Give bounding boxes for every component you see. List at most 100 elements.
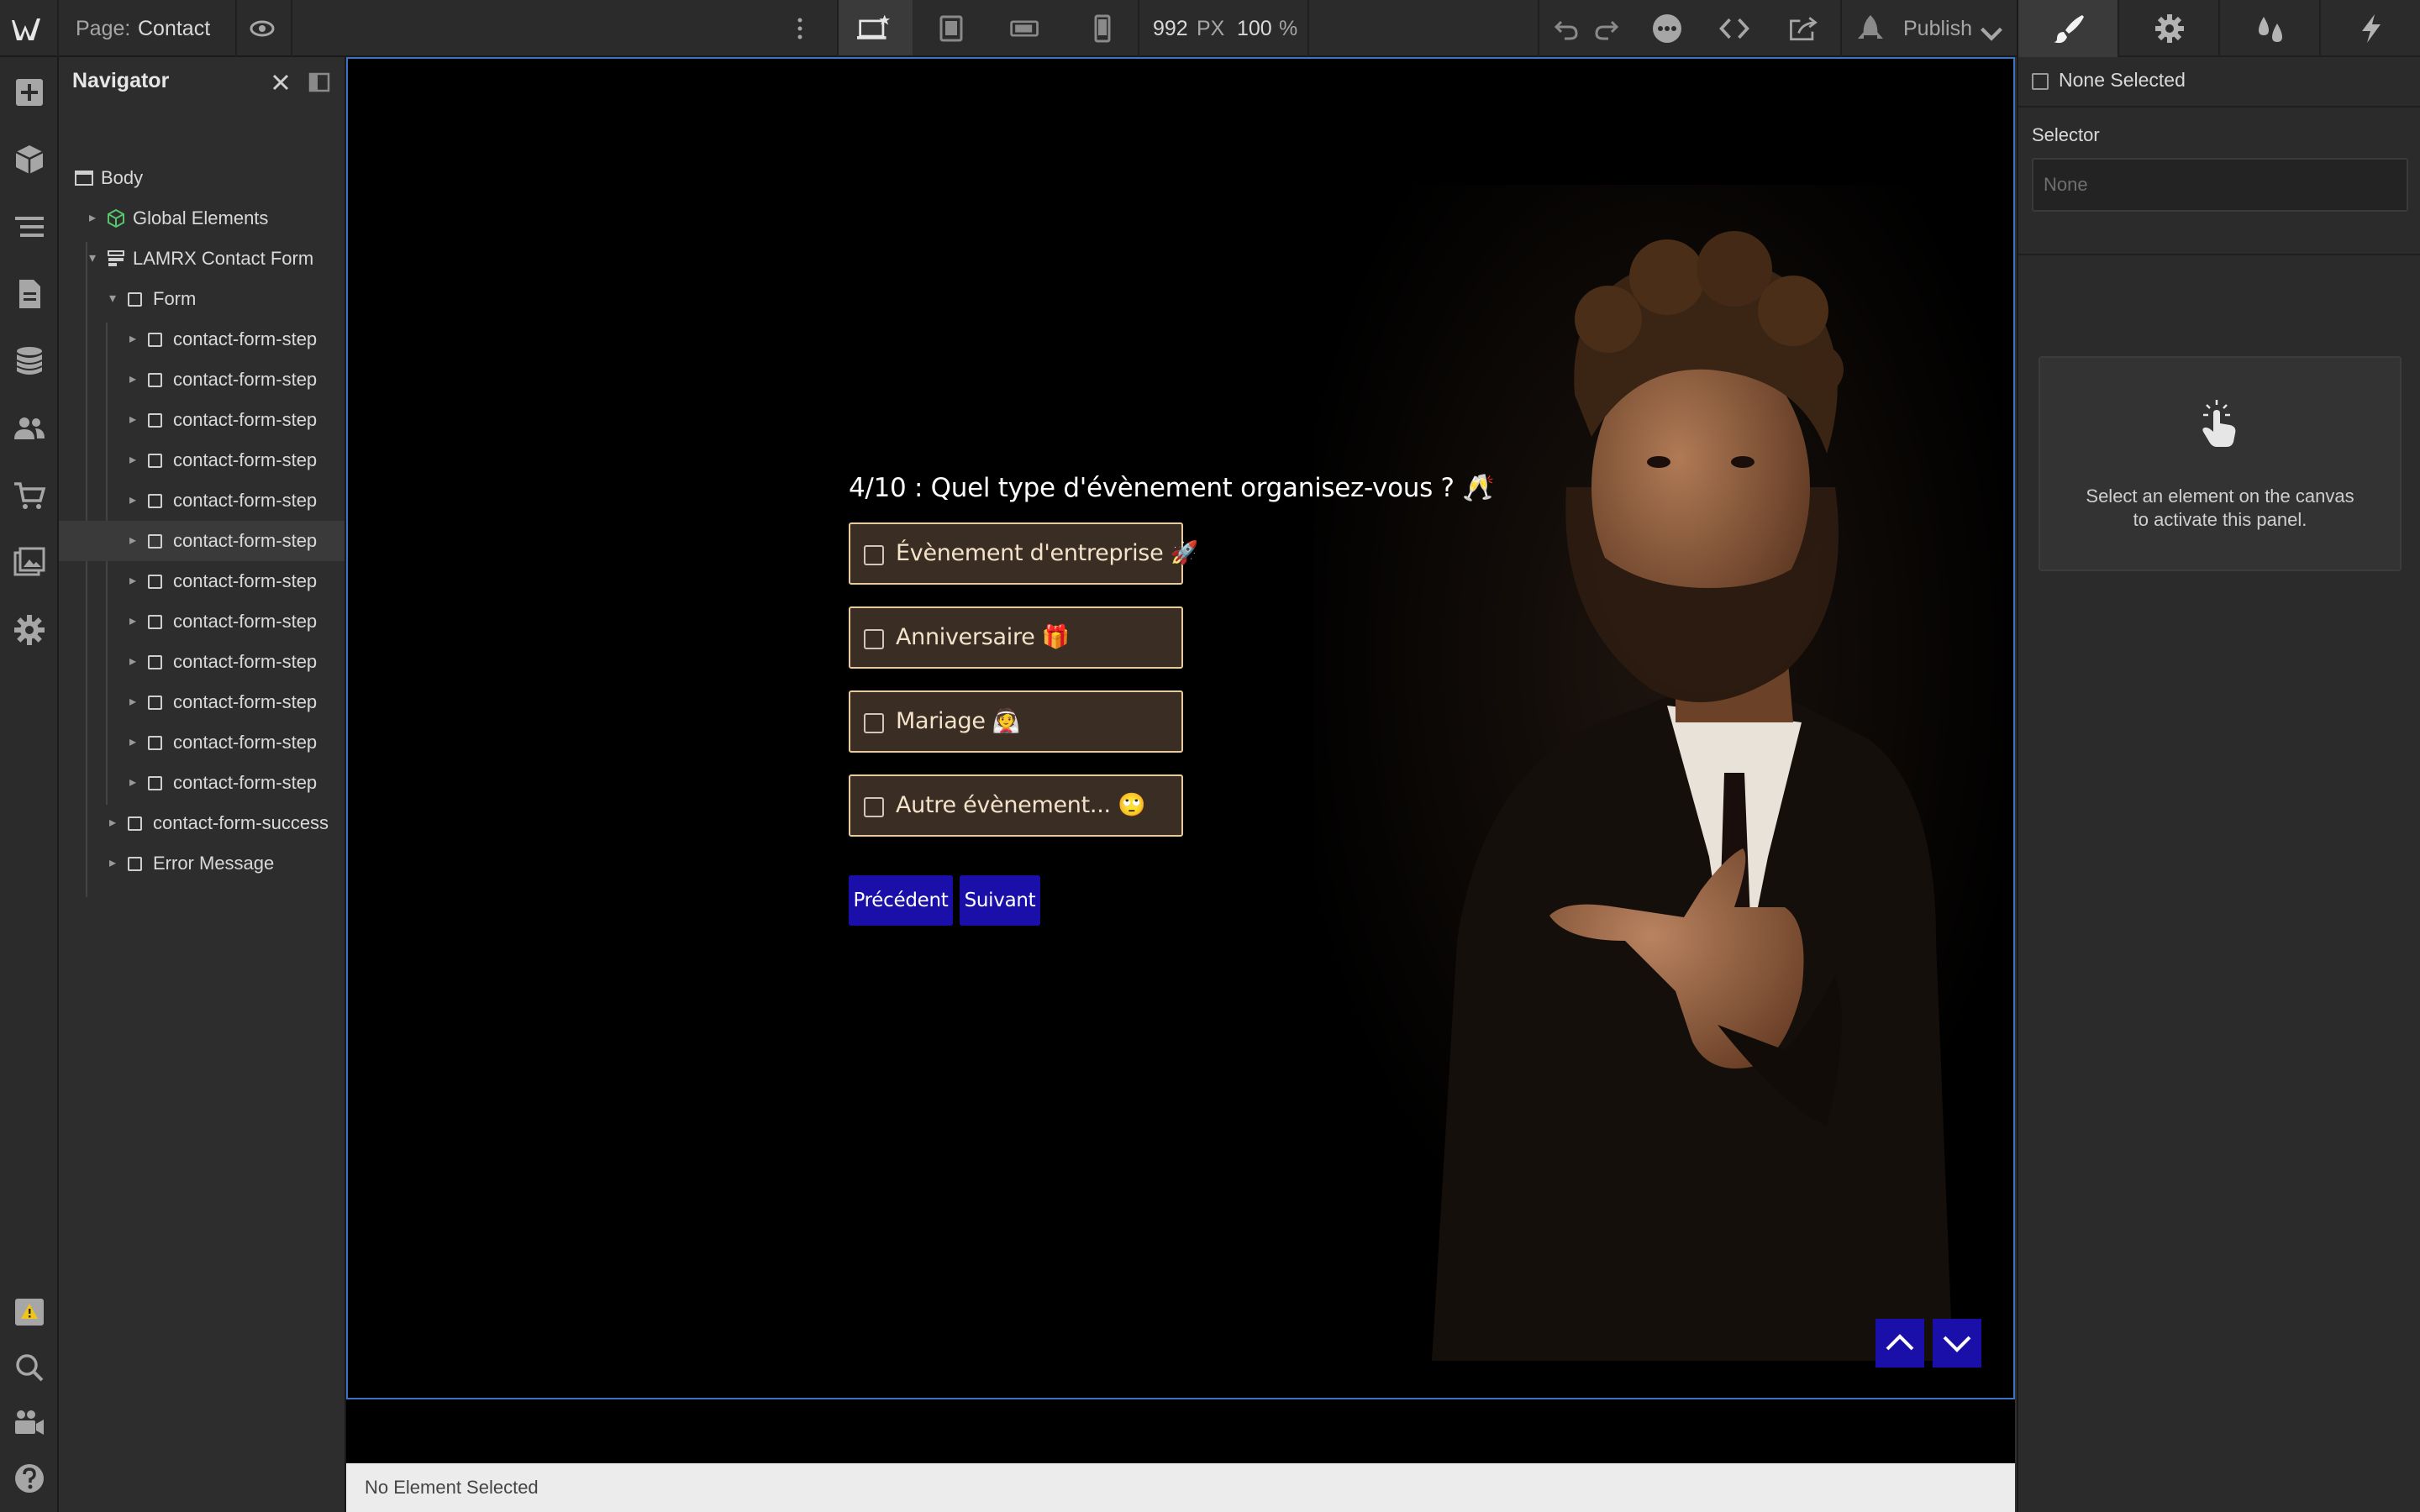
tablet-icon[interactable] (934, 12, 968, 45)
caret-right-icon[interactable]: ▸ (129, 319, 136, 360)
tab-style[interactable] (2018, 0, 2119, 57)
assets-icon[interactable] (13, 546, 46, 580)
option-label: Autre évènement... 🙄 (896, 792, 1146, 818)
caret-right-icon[interactable]: ▸ (129, 440, 136, 480)
redo-icon[interactable] (1590, 12, 1623, 45)
nav-item-label: Global Elements (133, 207, 269, 228)
nav-item-contact-form-step[interactable]: ▸ contact-form-step (59, 440, 345, 480)
design-canvas[interactable]: 4/10 : Quel type d'évènement organisez-v… (346, 57, 2015, 1399)
components-icon[interactable] (13, 143, 46, 176)
style-panel: None Selected Selector None Select an el… (2017, 0, 2420, 1512)
caret-right-icon[interactable]: ▸ (129, 682, 136, 722)
pages-icon[interactable] (13, 277, 46, 311)
publish-rocket-icon[interactable] (1854, 12, 1887, 45)
option-corporate-event[interactable]: Évènement d'entreprise 🚀 (849, 522, 1198, 585)
caret-right-icon[interactable]: ▸ (129, 763, 136, 803)
next-button[interactable]: Suivant (960, 875, 1040, 926)
left-tool-rail (0, 57, 59, 1512)
option-other-event[interactable]: Autre évènement... 🙄 (849, 774, 1183, 837)
div-block-icon (148, 776, 162, 790)
nav-item-error-message[interactable]: ▸ Error Message (59, 843, 345, 884)
component-icon (108, 208, 124, 228)
nav-item-contact-form-step[interactable]: ▸ contact-form-step (59, 682, 345, 722)
caret-right-icon[interactable]: ▸ (89, 198, 96, 239)
option-birthday[interactable]: Anniversaire 🎁 (849, 606, 1183, 669)
search-icon[interactable] (13, 1351, 46, 1384)
caret-right-icon[interactable]: ▸ (129, 360, 136, 400)
nav-item-label: Body (101, 167, 144, 188)
nav-item-contact-form-step[interactable]: ▸ contact-form-step (59, 763, 345, 803)
nav-item-contact-form-step[interactable]: ▸ contact-form-step (59, 480, 345, 521)
tab-settings[interactable] (2119, 0, 2220, 57)
selection-checkbox[interactable] (2032, 73, 2049, 90)
close-icon[interactable] (269, 71, 292, 94)
dock-panel-icon[interactable] (308, 71, 331, 94)
cms-icon[interactable] (13, 344, 46, 378)
caret-right-icon[interactable]: ▸ (129, 642, 136, 682)
nav-item-contact-form-step[interactable]: ▸ contact-form-step (59, 360, 345, 400)
users-icon[interactable] (13, 412, 46, 445)
mobile-landscape-icon[interactable] (1008, 12, 1042, 45)
more-vertical-icon[interactable] (783, 12, 817, 45)
nav-item-contact-form-step[interactable]: ▸ contact-form-step (59, 400, 345, 440)
nav-item-contact-form-step[interactable]: ▸ contact-form-step (59, 722, 345, 763)
caret-right-icon[interactable]: ▸ (129, 561, 136, 601)
caret-right-icon[interactable]: ▸ (129, 601, 136, 642)
selector-label: Selector (2032, 124, 2100, 145)
video-icon[interactable] (13, 1406, 46, 1440)
nav-item-contact-form[interactable]: ▾ LAMRX Contact Form (59, 239, 345, 279)
ecommerce-icon[interactable] (13, 479, 46, 512)
mobile-portrait-icon[interactable] (1086, 12, 1119, 45)
scroll-down-button[interactable] (1933, 1319, 1981, 1368)
zoom-value[interactable]: 100 (1237, 0, 1272, 57)
caret-right-icon[interactable]: ▸ (129, 480, 136, 521)
code-icon[interactable] (1718, 12, 1751, 45)
nav-item-label: LAMRX Contact Form (133, 248, 314, 269)
help-icon[interactable] (13, 1462, 46, 1495)
publish-button[interactable]: Publish (1903, 0, 1972, 57)
caret-down-icon[interactable]: ▾ (89, 239, 96, 279)
undo-icon[interactable] (1549, 12, 1583, 45)
previous-button[interactable]: Précédent (849, 875, 953, 926)
navigator-icon[interactable] (13, 210, 46, 244)
nav-item-contact-form-step[interactable]: ▸ contact-form-step (59, 319, 345, 360)
nav-item-contact-form-step[interactable]: ▸ contact-form-step (59, 601, 345, 642)
caret-right-icon[interactable]: ▸ (109, 843, 116, 884)
eye-icon[interactable] (245, 12, 279, 45)
div-block-icon (148, 736, 162, 750)
option-wedding[interactable]: Mariage 👰 (849, 690, 1183, 753)
nav-item-contact-form-step[interactable]: ▸ contact-form-step (59, 642, 345, 682)
more-options-icon[interactable] (1650, 12, 1684, 45)
nav-item-contact-form-success[interactable]: ▸ contact-form-success (59, 803, 345, 843)
caret-down-icon[interactable]: ▾ (109, 279, 116, 319)
tab-style-manager[interactable] (2220, 0, 2321, 57)
nav-item-label: contact-form-step (173, 772, 318, 793)
nav-item-body[interactable]: Body (59, 158, 345, 198)
checkbox[interactable] (864, 797, 884, 817)
scroll-up-button[interactable] (1876, 1319, 1924, 1368)
webflow-logo-icon[interactable] (12, 12, 45, 45)
chevron-down-icon[interactable] (1975, 17, 2008, 50)
nav-item-contact-form-step[interactable]: ▸ contact-form-step (59, 561, 345, 601)
option-label: Anniversaire 🎁 (896, 624, 1071, 650)
page-prefix-label: Page: (76, 17, 131, 40)
settings-icon[interactable] (13, 613, 46, 647)
tab-interactions[interactable] (2321, 0, 2420, 57)
caret-right-icon[interactable]: ▸ (129, 400, 136, 440)
desktop-star-icon[interactable] (857, 12, 891, 45)
audit-icon[interactable] (13, 1295, 46, 1329)
caret-right-icon[interactable]: ▸ (109, 803, 116, 843)
page-name-selector[interactable]: Contact (138, 0, 210, 57)
nav-item-form[interactable]: ▾ Form (59, 279, 345, 319)
nav-item-global-elements[interactable]: ▸ Global Elements (59, 198, 345, 239)
checkbox[interactable] (864, 629, 884, 649)
caret-right-icon[interactable]: ▸ (129, 521, 136, 561)
checkbox[interactable] (864, 545, 884, 565)
selector-input[interactable]: None (2032, 158, 2408, 212)
add-icon[interactable] (13, 76, 46, 109)
nav-item-contact-form-step[interactable]: ▸ contact-form-step (59, 521, 345, 561)
export-icon[interactable] (1786, 12, 1820, 45)
canvas-width-value[interactable]: 992 (1153, 0, 1188, 57)
caret-right-icon[interactable]: ▸ (129, 722, 136, 763)
checkbox[interactable] (864, 713, 884, 733)
